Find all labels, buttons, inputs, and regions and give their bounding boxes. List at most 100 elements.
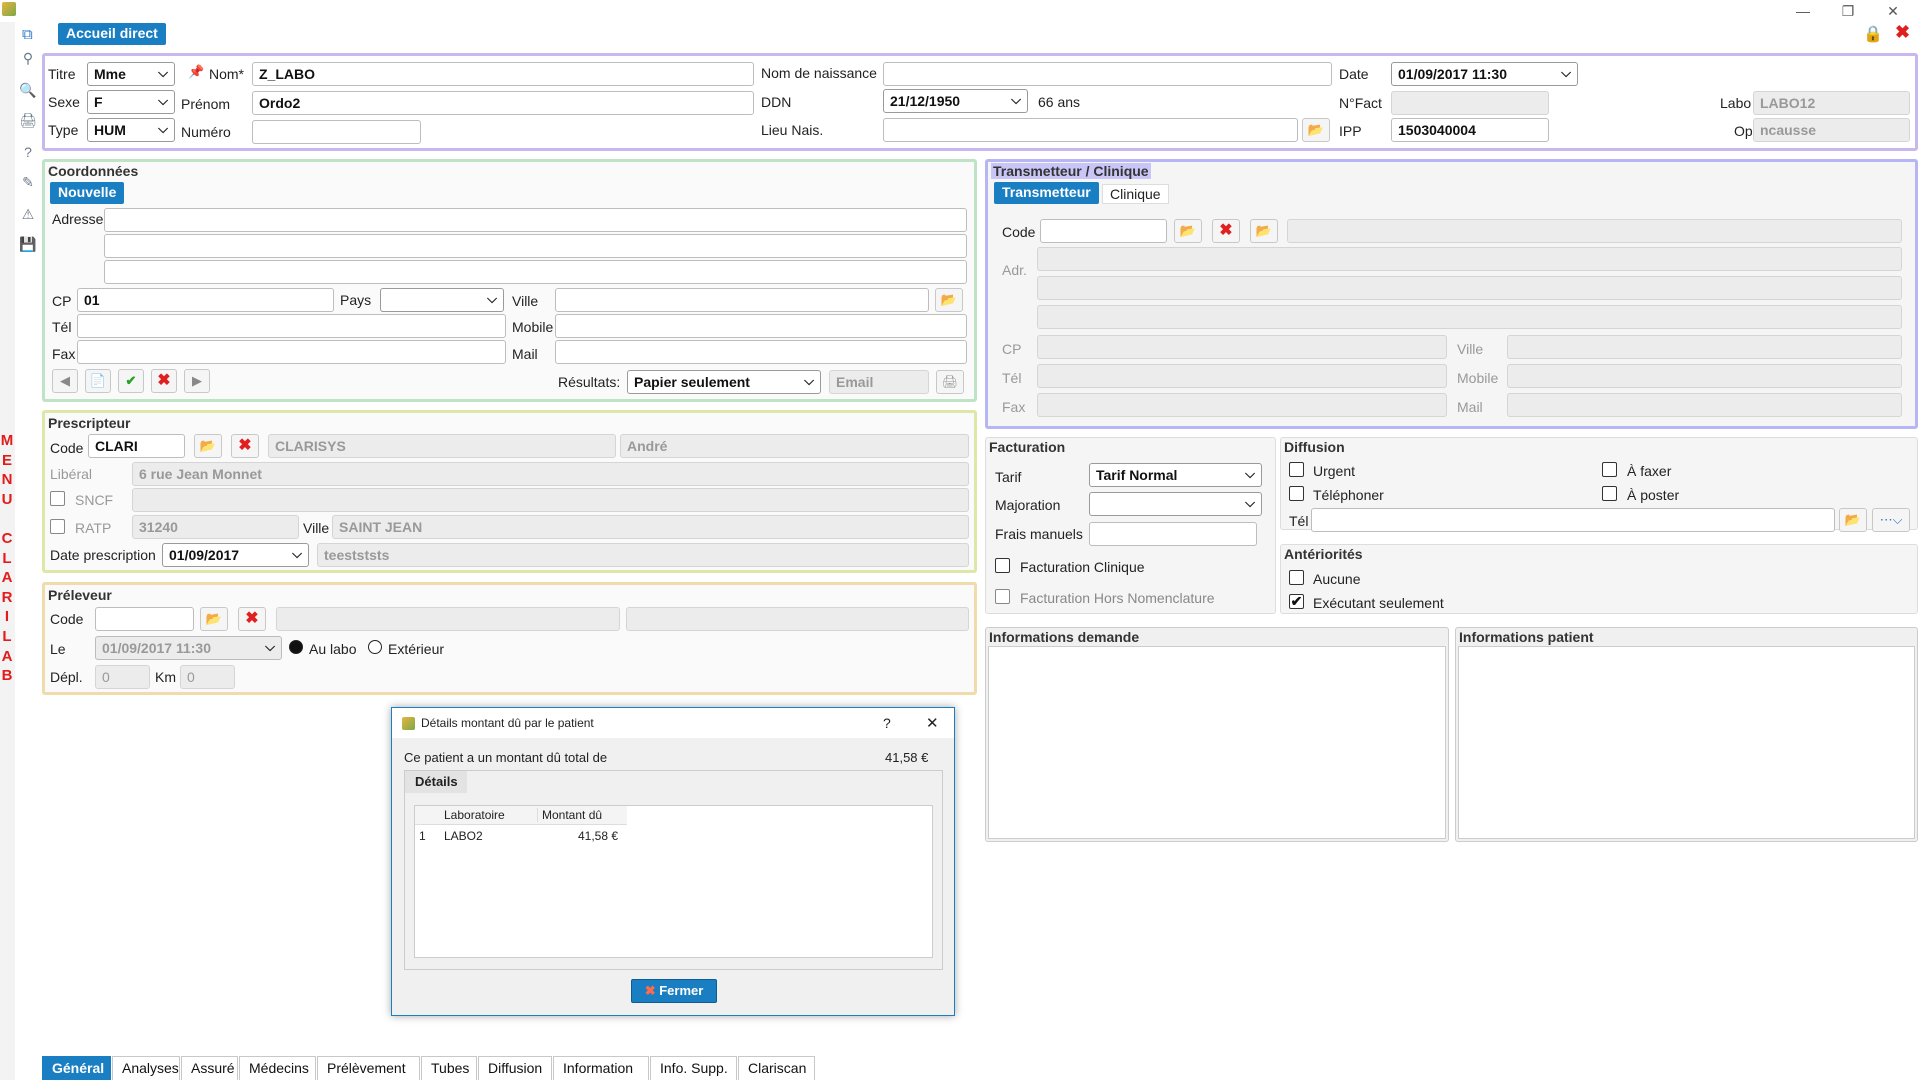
side-menu-letter[interactable]: U [0, 490, 14, 509]
dialog-help-button[interactable]: ? [883, 715, 891, 731]
folder-icon[interactable]: 📂 [1174, 219, 1202, 243]
maximize-button[interactable]: ❐ [1828, 2, 1868, 20]
prel-prenom-input[interactable] [626, 607, 969, 631]
mail-input[interactable] [555, 340, 967, 364]
prel-nom-input[interactable] [276, 607, 620, 631]
tab-assuré[interactable]: Assuré [181, 1056, 238, 1080]
side-menu-letter[interactable]: R [0, 588, 14, 607]
info-patient-textarea[interactable] [1458, 646, 1915, 839]
fermer-button[interactable]: ✖ Fermer [631, 979, 717, 1003]
tab-général[interactable]: Général [42, 1056, 111, 1080]
tab-prélèvement[interactable]: Prélèvement [317, 1056, 420, 1080]
search-person-icon[interactable]: ⚲ [18, 48, 38, 68]
type-select[interactable]: HUM ⌵ [87, 118, 175, 142]
date-prescription-select[interactable]: 01/09/2017 ⌵ [162, 543, 309, 567]
warning-icon[interactable]: ⚠ [18, 204, 38, 224]
tab-clinique[interactable]: Clinique [1102, 184, 1169, 204]
ville-input[interactable] [555, 288, 929, 312]
tab-clariscan[interactable]: Clariscan [738, 1056, 815, 1080]
presc-extra-input[interactable] [132, 488, 969, 512]
tab-transmetteur[interactable]: Transmetteur [994, 182, 1099, 204]
km-input[interactable]: 0 [180, 665, 235, 689]
new-doc-icon[interactable]: 📄 [85, 369, 111, 393]
close-window-button[interactable]: ✕ [1873, 2, 1913, 20]
numero-input[interactable] [252, 120, 421, 144]
tab-médecins[interactable]: Médecins [239, 1056, 316, 1080]
side-menu-letter[interactable]: N [0, 470, 14, 489]
naissance-input[interactable] [883, 62, 1332, 86]
ratp-checkbox[interactable] [50, 519, 65, 534]
close-file-icon[interactable]: ✖ [1895, 22, 1913, 42]
side-menu-letter[interactable]: L [0, 627, 14, 646]
presc-nom-input[interactable]: CLARISYS [268, 434, 616, 458]
save-icon[interactable]: 💾 [18, 234, 38, 254]
search-icon[interactable]: 🔍 [18, 80, 38, 100]
side-menu-letter[interactable]: C [0, 529, 14, 548]
tarif-select[interactable]: Tarif Normal ⌵ [1089, 463, 1262, 487]
titre-select[interactable]: Mme ⌵ [87, 62, 175, 86]
resultats-select[interactable]: Papier seulement ⌵ [627, 370, 821, 394]
trans-adr-line-1[interactable] [1037, 247, 1902, 271]
clear-icon[interactable]: ✖ [238, 607, 266, 631]
help-icon[interactable]: ? [18, 142, 38, 162]
validate-icon[interactable]: ✔ [118, 369, 144, 393]
exterieur-radio[interactable] [368, 640, 382, 654]
side-menu-letter[interactable]: I [0, 607, 14, 626]
print-icon[interactable]: 🖨 [18, 110, 38, 130]
depl-input[interactable]: 0 [95, 665, 150, 689]
telephoner-checkbox[interactable] [1289, 486, 1304, 501]
urgent-checkbox[interactable] [1289, 462, 1304, 477]
cp-input[interactable]: 01 [77, 288, 334, 312]
side-menu-letter[interactable]: L [0, 549, 14, 568]
faxer-checkbox[interactable] [1602, 462, 1617, 477]
presc-ville-input[interactable]: SAINT JEAN [332, 515, 969, 539]
presc-adresse-input[interactable]: 6 rue Jean Monnet [132, 462, 969, 486]
labo-input[interactable]: LABO12 [1753, 91, 1910, 115]
adresse-line-2[interactable] [104, 234, 967, 258]
folder-icon[interactable]: 📂 [1302, 118, 1330, 142]
clear-icon[interactable]: ✖ [1212, 219, 1240, 243]
facturation-clinique-checkbox[interactable] [995, 558, 1010, 573]
op-input[interactable]: ncausse [1753, 118, 1910, 142]
trans-code-input[interactable] [1040, 219, 1167, 243]
trans-fax-input[interactable] [1037, 393, 1447, 417]
tel-input[interactable] [77, 314, 506, 338]
side-menu-letter[interactable]: B [0, 666, 14, 685]
tab-information[interactable]: Information [553, 1056, 649, 1080]
ddn-select[interactable]: 21/12/1950 ⌵ [883, 89, 1028, 113]
presc-code-input[interactable]: CLARI [88, 434, 185, 458]
trans-adr-line-3[interactable] [1037, 305, 1902, 329]
frais-input[interactable] [1089, 522, 1257, 546]
folder-icon[interactable]: 📂 [935, 288, 963, 312]
nouvelle-button[interactable]: Nouvelle [50, 182, 125, 204]
pays-select[interactable]: ⌵ [380, 288, 504, 312]
folder-icon[interactable]: 📂 [1250, 219, 1278, 243]
adresse-line-3[interactable] [104, 260, 967, 284]
folder-icon[interactable]: 📂 [194, 434, 222, 458]
nom-input[interactable]: Z_LABO [252, 62, 754, 86]
trans-adr-line-2[interactable] [1037, 276, 1902, 300]
adresse-line-1[interactable] [104, 208, 967, 232]
info-demande-textarea[interactable] [988, 646, 1446, 839]
cancel-icon[interactable]: ✖ [151, 369, 177, 393]
majoration-select[interactable]: ⌵ [1089, 492, 1262, 516]
folder-icon[interactable]: 📂 [1839, 508, 1867, 532]
tab-diffusion[interactable]: Diffusion [478, 1056, 552, 1080]
side-menu-letter[interactable]: M [0, 431, 14, 450]
trans-tel-input[interactable] [1037, 364, 1447, 388]
tag-icon[interactable]: ✎ [18, 172, 38, 192]
au-labo-radio[interactable] [289, 640, 303, 654]
print-icon[interactable]: 🖨 [936, 370, 964, 394]
side-menu-letter[interactable]: A [0, 568, 14, 587]
prel-date-select[interactable]: 01/09/2017 11:30 ⌵ [95, 636, 282, 660]
side-menu-letter[interactable]: A [0, 647, 14, 666]
email-input[interactable]: Email [829, 370, 929, 394]
tab-tubes[interactable]: Tubes [421, 1056, 477, 1080]
trans-name-input[interactable] [1287, 219, 1902, 243]
presc-cp-input[interactable]: 31240 [132, 515, 299, 539]
prev-arrow-icon[interactable]: ◀ [52, 369, 78, 393]
mobile-input[interactable] [555, 314, 967, 338]
presc-prenom-input[interactable]: André [620, 434, 969, 458]
side-menu-letter[interactable]: E [0, 451, 14, 470]
details-tab[interactable]: Détails [405, 771, 467, 793]
